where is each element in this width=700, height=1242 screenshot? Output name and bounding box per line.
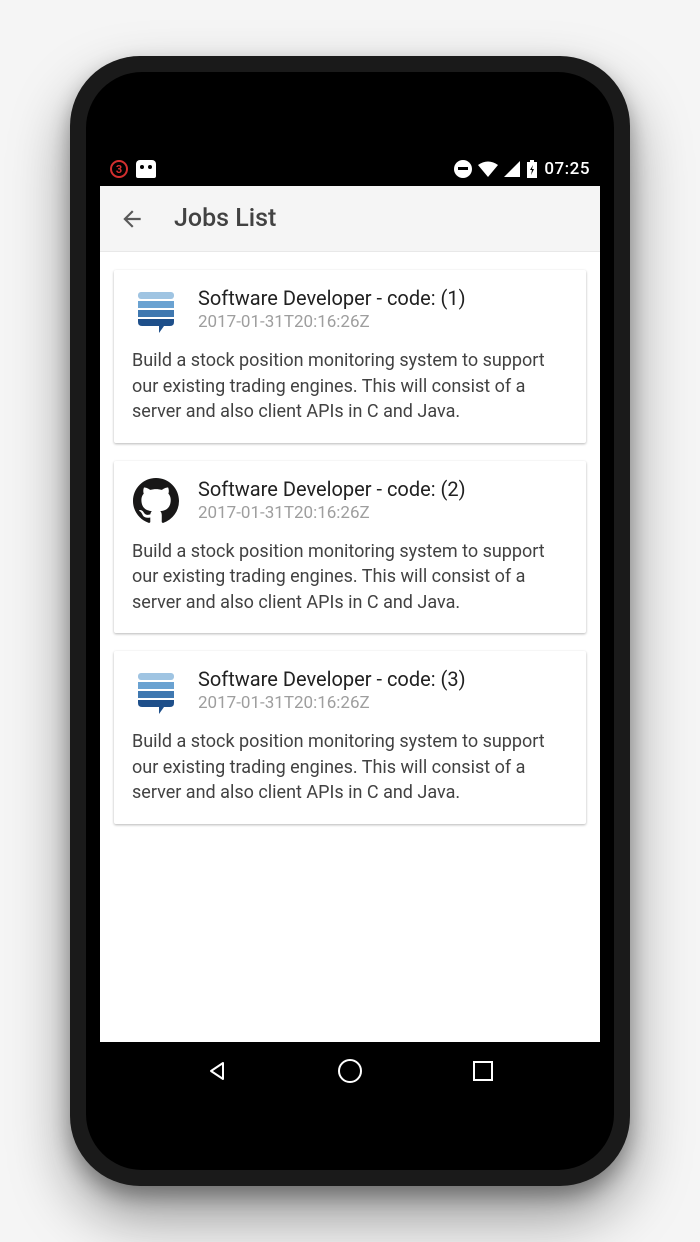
github-icon: [132, 477, 180, 525]
job-description: Build a stock position monitoring system…: [132, 729, 568, 806]
job-title: Software Developer - code: (1): [198, 286, 568, 310]
debug-icon[interactable]: [136, 160, 156, 178]
job-card[interactable]: Software Developer - code: (3) 2017-01-3…: [114, 651, 586, 824]
job-title: Software Developer - code: (3): [198, 667, 568, 691]
nav-bar: [100, 1042, 600, 1100]
page-title: Jobs List: [174, 204, 276, 233]
arrow-back-icon: [119, 206, 145, 232]
nav-home-button[interactable]: [335, 1056, 365, 1086]
phone-frame: 3 07:25: [70, 56, 630, 1186]
battery-charging-icon: [526, 160, 538, 178]
nav-recents-button[interactable]: [468, 1056, 498, 1086]
job-timestamp: 2017-01-31T20:16:26Z: [198, 693, 568, 713]
do-not-disturb-icon: [454, 160, 472, 178]
job-description: Build a stock position monitoring system…: [132, 539, 568, 616]
job-timestamp: 2017-01-31T20:16:26Z: [198, 312, 568, 332]
status-bar: 3 07:25: [100, 152, 600, 186]
signal-icon: [504, 161, 520, 177]
notification-badge[interactable]: 3: [110, 160, 128, 178]
stackexchange-icon: [132, 667, 180, 715]
job-description: Build a stock position monitoring system…: [132, 348, 568, 425]
job-title: Software Developer - code: (2): [198, 477, 568, 501]
job-list[interactable]: Software Developer - code: (1) 2017-01-3…: [100, 252, 600, 1042]
job-timestamp: 2017-01-31T20:16:26Z: [198, 503, 568, 523]
notification-count: 3: [116, 163, 122, 176]
job-card[interactable]: Software Developer - code: (1) 2017-01-3…: [114, 270, 586, 443]
stackexchange-icon: [132, 286, 180, 334]
wifi-icon: [478, 161, 498, 177]
clock: 07:25: [544, 159, 590, 179]
circle-home-icon: [337, 1058, 363, 1084]
back-button[interactable]: [118, 205, 146, 233]
nav-back-button[interactable]: [202, 1056, 232, 1086]
triangle-back-icon: [205, 1059, 229, 1083]
job-card[interactable]: Software Developer - code: (2) 2017-01-3…: [114, 461, 586, 634]
square-recents-icon: [472, 1060, 494, 1082]
app-bar: Jobs List: [100, 186, 600, 252]
screen: 3 07:25: [100, 152, 600, 1100]
